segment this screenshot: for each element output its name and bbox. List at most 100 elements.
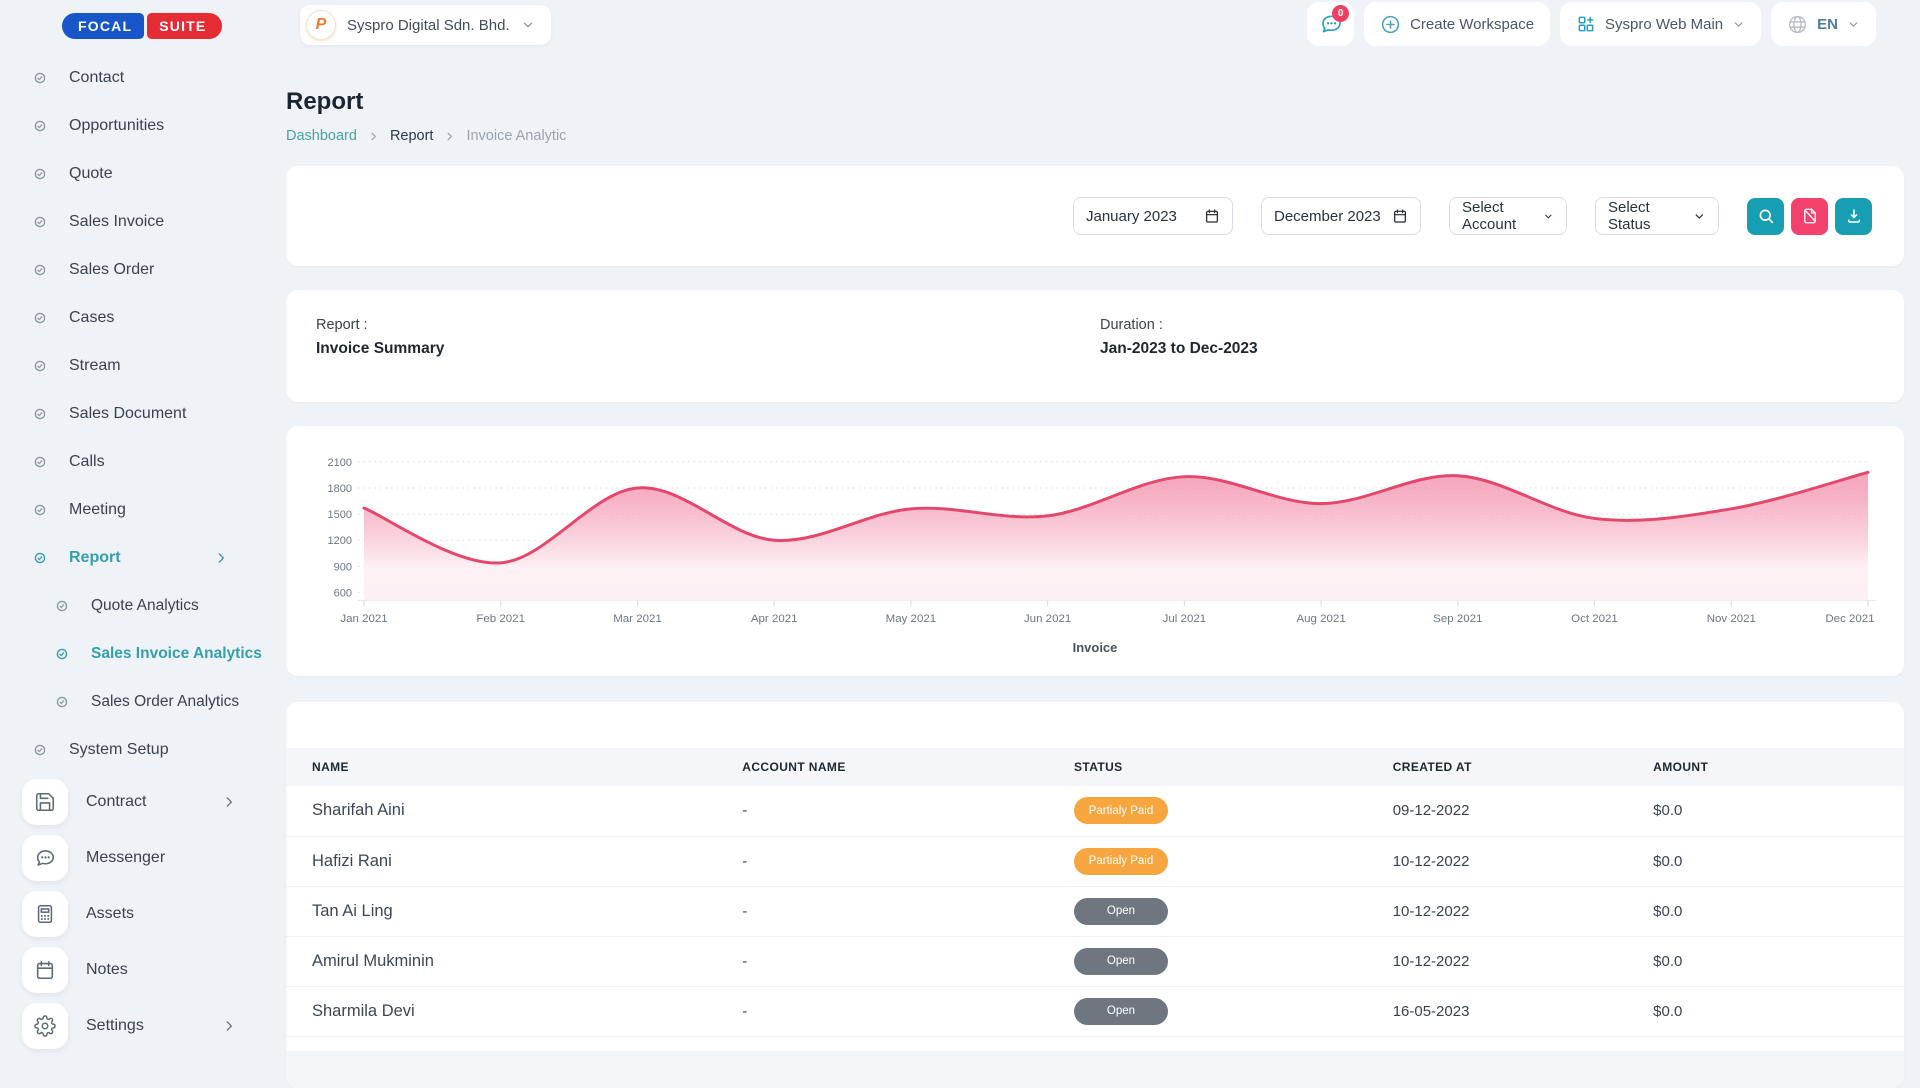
app-switcher[interactable]: Syspro Web Main bbox=[1560, 2, 1761, 46]
sidebar-item-sales-invoice[interactable]: Sales Invoice bbox=[0, 198, 266, 246]
bullet-icon bbox=[34, 456, 46, 468]
sidebar-item-sales-order[interactable]: Sales Order bbox=[0, 246, 266, 294]
status-badge: Open bbox=[1074, 948, 1168, 975]
svg-text:Mar 2021: Mar 2021 bbox=[613, 613, 662, 625]
start-month-input[interactable]: January 2023 bbox=[1073, 197, 1233, 235]
sidebar-item-label: Sales Order Analytics bbox=[91, 691, 263, 713]
account-select[interactable]: Select Account bbox=[1449, 197, 1567, 235]
invoice-area-chart: 6009001200150018002100 Jan 2021Feb 2021M… bbox=[308, 446, 1882, 636]
account-select-value: Select Account bbox=[1462, 199, 1543, 233]
sidebar-item-report[interactable]: Report bbox=[0, 534, 266, 582]
cell-created-at: 16-05-2023 bbox=[1393, 986, 1653, 1036]
invoice-chart-card: 6009001200150018002100 Jan 2021Feb 2021M… bbox=[286, 426, 1904, 676]
sidebar-item-label: Sales Order bbox=[69, 261, 154, 279]
svg-text:900: 900 bbox=[334, 561, 352, 573]
sidebar-item-assets[interactable]: Assets bbox=[0, 886, 266, 942]
search-icon bbox=[1757, 207, 1775, 225]
sidebar-item-settings[interactable]: Settings bbox=[0, 998, 266, 1054]
breadcrumb-item-dashboard[interactable]: Dashboard bbox=[286, 128, 357, 144]
clear-filter-button[interactable] bbox=[1791, 198, 1828, 235]
cell-account-name: - bbox=[742, 836, 1074, 886]
svg-text:600: 600 bbox=[334, 587, 352, 599]
globe-icon bbox=[1787, 14, 1808, 35]
sidebar-item-notes[interactable]: Notes bbox=[0, 942, 266, 998]
sidebar-item-contact[interactable]: Contact bbox=[0, 54, 266, 102]
cell-name: Sharifah Aini bbox=[286, 786, 742, 836]
sidebar-item-cases[interactable]: Cases bbox=[0, 294, 266, 342]
breadcrumb: DashboardReportInvoice Analytic bbox=[286, 128, 1904, 144]
sidebar-item-sales-invoice-analytics[interactable]: Sales Invoice Analytics bbox=[0, 630, 266, 678]
chevron-down-icon bbox=[1693, 210, 1706, 223]
sidebar-item-quote-analytics[interactable]: Quote Analytics bbox=[0, 582, 266, 630]
workspace-selector[interactable]: P Syspro Digital Sdn. Bhd. bbox=[300, 5, 551, 45]
breadcrumb-item-report[interactable]: Report bbox=[390, 128, 434, 144]
bullet-icon bbox=[34, 552, 46, 564]
column-header-account-name: ACCOUNT NAME bbox=[742, 748, 1074, 786]
column-header-amount: AMOUNT bbox=[1653, 748, 1904, 786]
messenger-button[interactable]: 0 bbox=[1307, 2, 1354, 46]
report-summary-card: Report : Invoice Summary Duration : Jan-… bbox=[286, 290, 1904, 402]
chevron-down-icon bbox=[1543, 210, 1554, 223]
end-month-input[interactable]: December 2023 bbox=[1261, 197, 1421, 235]
sidebar-item-contract[interactable]: Contract bbox=[0, 774, 266, 830]
cell-name: Sharmila Devi bbox=[286, 986, 742, 1036]
svg-text:1800: 1800 bbox=[328, 483, 352, 495]
svg-text:Apr 2021: Apr 2021 bbox=[751, 613, 798, 625]
sidebar-item-system-setup[interactable]: System Setup bbox=[0, 726, 266, 774]
create-workspace-button[interactable]: Create Workspace bbox=[1364, 2, 1550, 46]
chevron-right-icon bbox=[222, 795, 236, 809]
table-header-row: NAMEACCOUNT NAMESTATUSCREATED ATAMOUNT bbox=[286, 748, 1904, 786]
sidebar-item-label: Stream bbox=[69, 357, 121, 375]
status-badge: Open bbox=[1074, 898, 1168, 925]
download-icon bbox=[1845, 207, 1863, 225]
create-workspace-label: Create Workspace bbox=[1410, 16, 1534, 33]
invoice-table: NAMEACCOUNT NAMESTATUSCREATED ATAMOUNT S… bbox=[286, 748, 1904, 1037]
svg-text:Oct 2021: Oct 2021 bbox=[1571, 613, 1618, 625]
bullet-icon bbox=[56, 648, 68, 660]
svg-text:May 2021: May 2021 bbox=[886, 613, 936, 625]
floppy-icon bbox=[22, 779, 68, 825]
calendar-icon bbox=[1392, 208, 1408, 224]
table-row[interactable]: Sharifah Aini-Partialy Paid09-12-2022$0.… bbox=[286, 786, 1904, 836]
cell-status: Open bbox=[1074, 886, 1393, 936]
cell-name: Amirul Mukminin bbox=[286, 936, 742, 986]
cell-account-name: - bbox=[742, 886, 1074, 936]
sidebar-item-quote[interactable]: Quote bbox=[0, 150, 266, 198]
table-row[interactable]: Hafizi Rani-Partialy Paid10-12-2022$0.0 bbox=[286, 836, 1904, 886]
language-code: EN bbox=[1817, 16, 1838, 33]
sidebar-item-stream[interactable]: Stream bbox=[0, 342, 266, 390]
bullet-icon bbox=[34, 120, 46, 132]
download-button[interactable] bbox=[1835, 198, 1872, 235]
sidebar-item-label: Opportunities bbox=[69, 117, 164, 135]
search-button[interactable] bbox=[1747, 198, 1784, 235]
cell-status: Partialy Paid bbox=[1074, 836, 1393, 886]
cell-name: Hafizi Rani bbox=[286, 836, 742, 886]
report-value: Invoice Summary bbox=[316, 340, 1874, 358]
chevron-right-icon bbox=[222, 1019, 236, 1033]
sidebar-item-meeting[interactable]: Meeting bbox=[0, 486, 266, 534]
status-select[interactable]: Select Status bbox=[1595, 197, 1719, 235]
cell-amount: $0.0 bbox=[1653, 936, 1904, 986]
sidebar-item-calls[interactable]: Calls bbox=[0, 438, 266, 486]
svg-text:Jun 2021: Jun 2021 bbox=[1024, 613, 1071, 625]
end-month-value: December 2023 bbox=[1274, 208, 1381, 225]
cell-amount: $0.0 bbox=[1653, 986, 1904, 1036]
table-row[interactable]: Amirul Mukminin-Open10-12-2022$0.0 bbox=[286, 936, 1904, 986]
sidebar-item-opportunities[interactable]: Opportunities bbox=[0, 102, 266, 150]
svg-text:Jan 2021: Jan 2021 bbox=[340, 613, 387, 625]
start-month-value: January 2023 bbox=[1086, 208, 1177, 225]
language-selector[interactable]: EN bbox=[1771, 2, 1876, 46]
sidebar-item-label: Settings bbox=[86, 1017, 144, 1035]
bullet-icon bbox=[56, 600, 68, 612]
sidebar-item-sales-order-analytics[interactable]: Sales Order Analytics bbox=[0, 678, 266, 726]
sidebar-item-messenger[interactable]: Messenger bbox=[0, 830, 266, 886]
table-row[interactable]: Tan Ai Ling-Open10-12-2022$0.0 bbox=[286, 886, 1904, 936]
bullet-icon bbox=[34, 72, 46, 84]
sidebar-item-label: Assets bbox=[86, 905, 134, 923]
filter-bar: January 2023 December 2023 Select Accoun… bbox=[286, 166, 1904, 266]
sidebar-item-label: Quote Analytics bbox=[91, 595, 263, 617]
sidebar-item-sales-document[interactable]: Sales Document bbox=[0, 390, 266, 438]
sidebar-item-label: Quote bbox=[69, 165, 113, 183]
logo-focal: FOCAL bbox=[62, 13, 144, 39]
table-row[interactable]: Sharmila Devi-Open16-05-2023$0.0 bbox=[286, 986, 1904, 1036]
